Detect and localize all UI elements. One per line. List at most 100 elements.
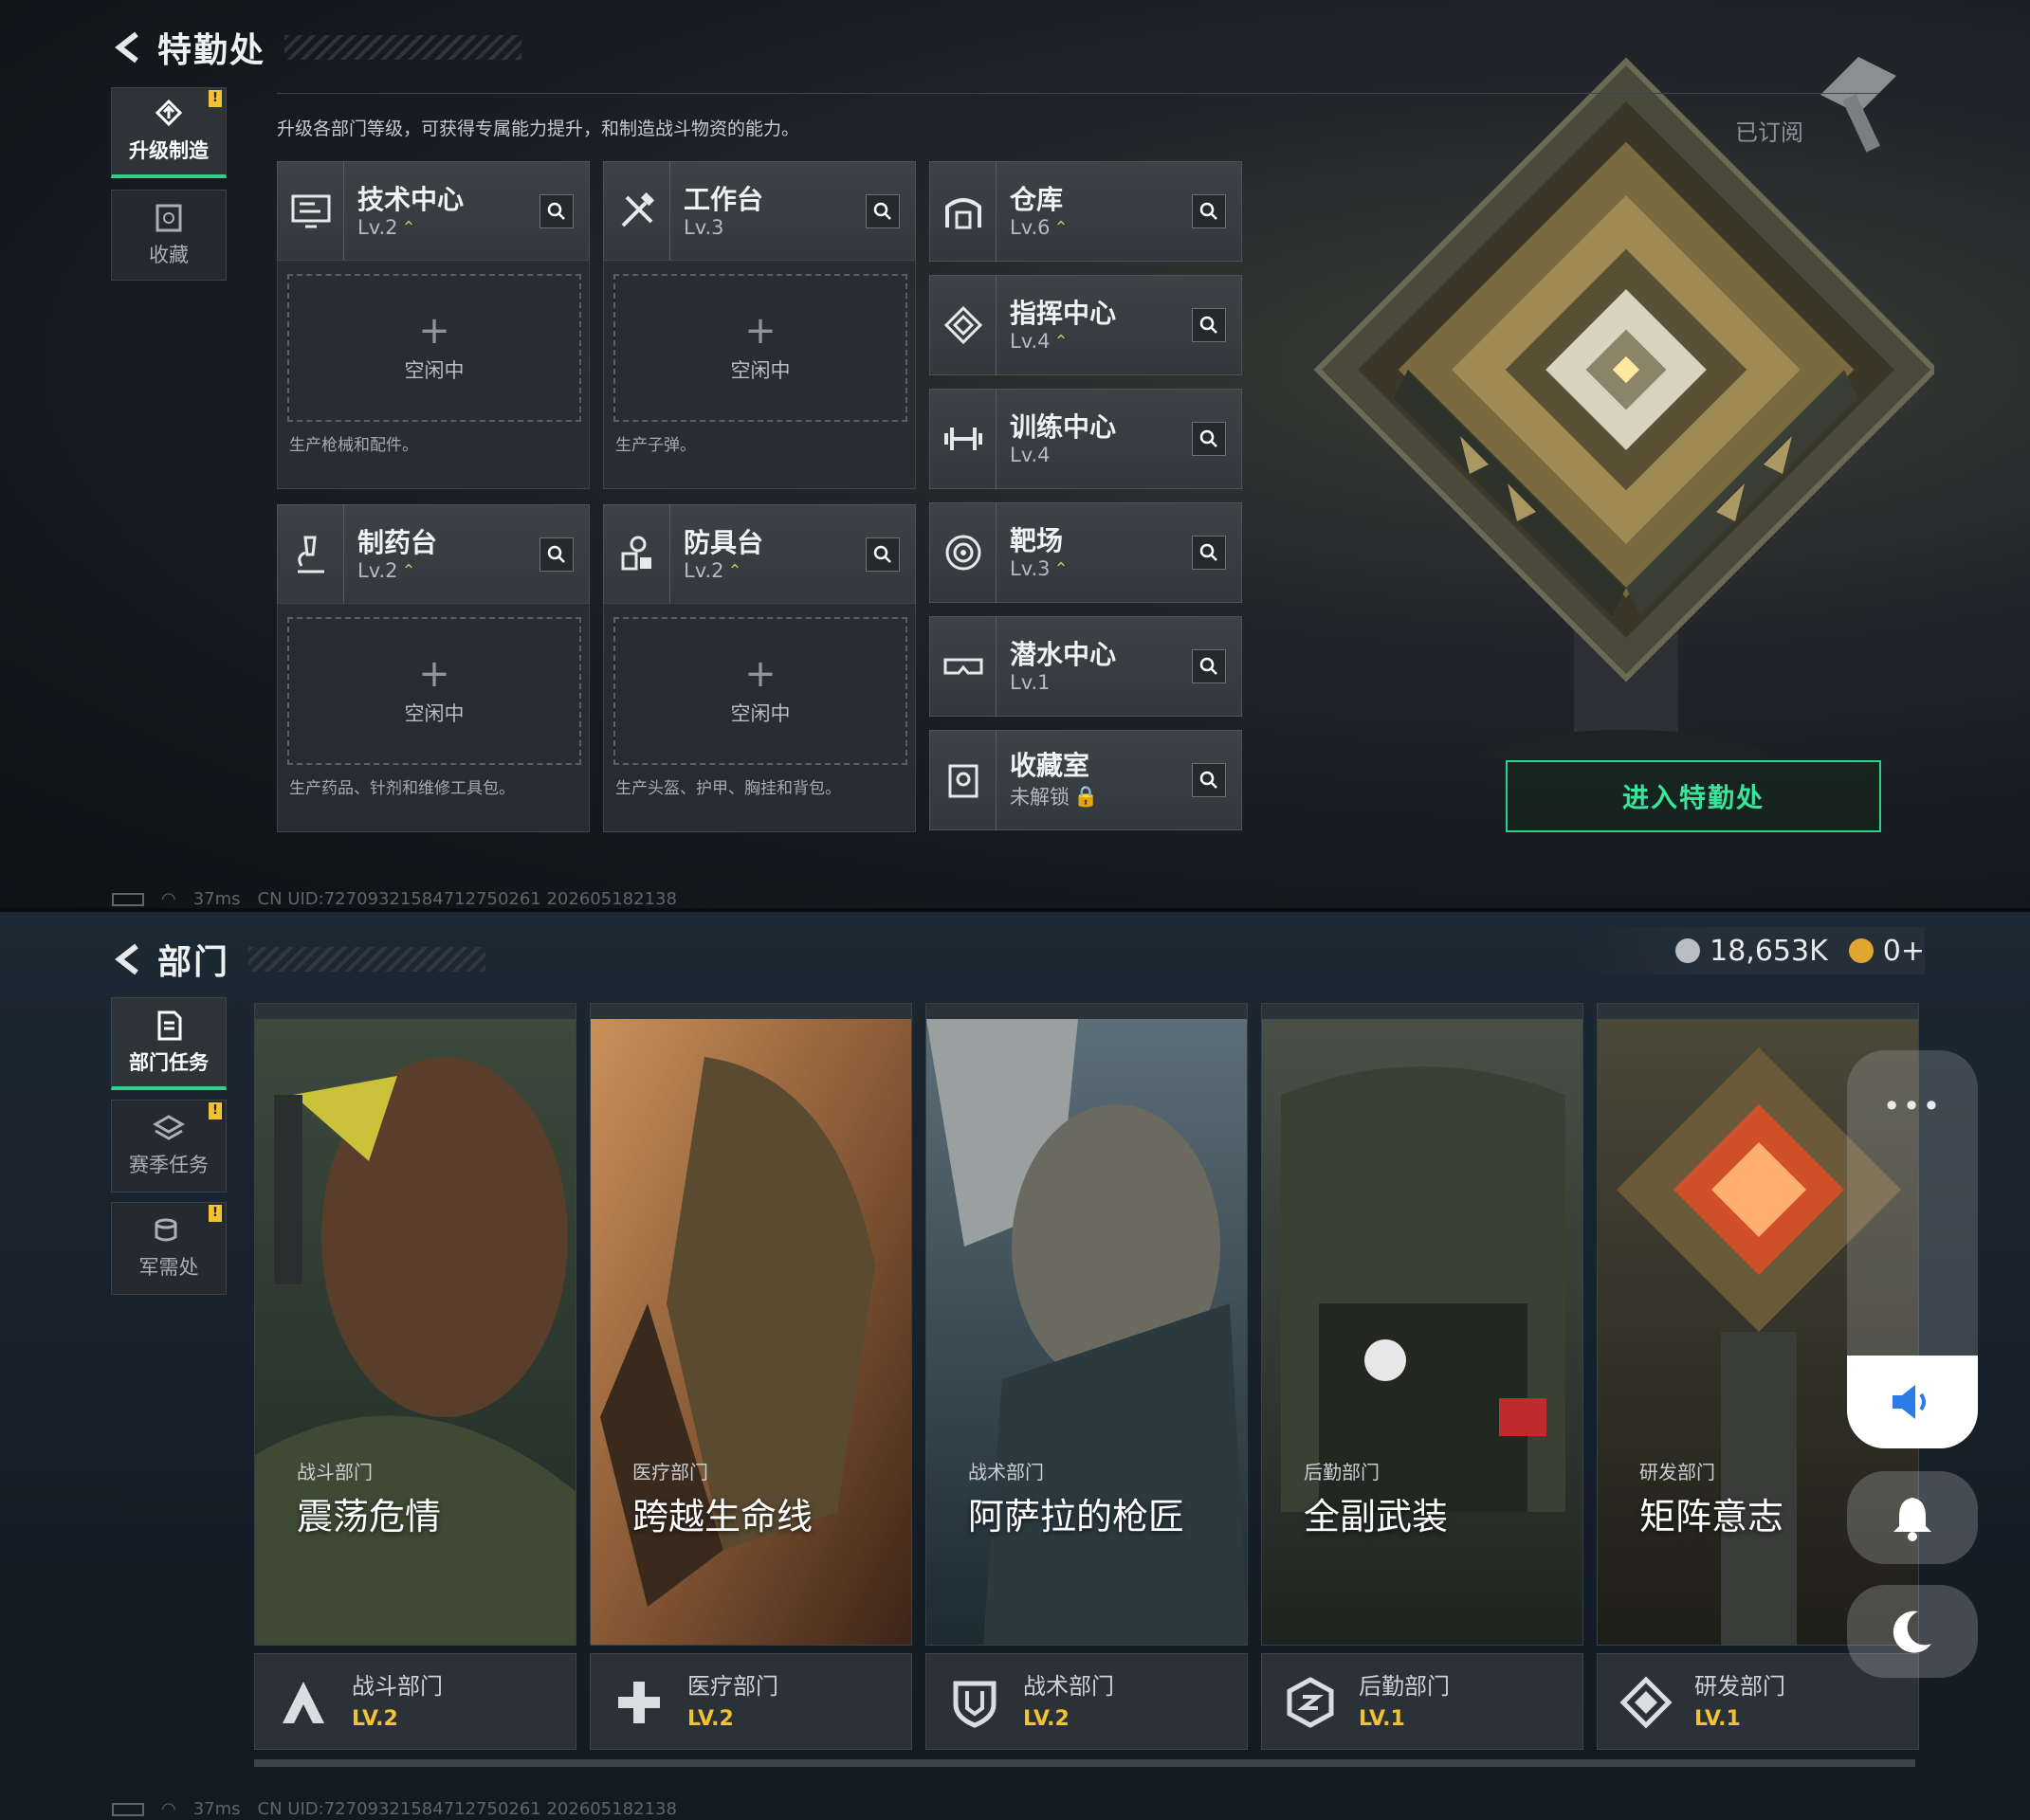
production-slot[interactable]: + 空闲中	[287, 617, 581, 765]
department-name: 战斗部门	[352, 1673, 443, 1700]
scroll-track[interactable]	[254, 1759, 1915, 1767]
card-header-strip	[1598, 1004, 1918, 1019]
inspect-button[interactable]	[540, 537, 574, 572]
tab-quartermaster[interactable]: ! 军需处	[111, 1202, 227, 1295]
production-slot[interactable]: + 空闲中	[287, 274, 581, 422]
task-document-icon	[157, 1010, 182, 1040]
department-category: 战斗部门	[297, 1461, 373, 1483]
production-description: 生产枪械和配件。	[289, 436, 418, 455]
inspect-button[interactable]	[540, 194, 574, 228]
facility-level: Lv.2	[357, 559, 398, 582]
facility-name: 技术中心	[357, 184, 465, 215]
inspect-button[interactable]	[1192, 194, 1226, 228]
battery-icon	[112, 1802, 144, 1816]
production-workbench[interactable]: + 空闲中 生产子弹。	[603, 260, 916, 489]
facility-warehouse[interactable]: 仓库 Lv.6 ⌃	[929, 161, 1242, 262]
facility-command-center[interactable]: 指挥中心 Lv.4 ⌃	[929, 275, 1242, 375]
card-header-strip	[591, 1004, 911, 1019]
department-card-medical[interactable]: 医疗部门 跨越生命线	[590, 1003, 912, 1646]
department-card-logistics[interactable]: 后勤部门 全副武装	[1261, 1003, 1583, 1646]
tab-upgrade-craft[interactable]: ! 升级制造	[111, 87, 227, 178]
production-slot[interactable]: + 空闲中	[613, 274, 907, 422]
more-icon[interactable]: •••	[1847, 1088, 1978, 1124]
tab-season-tasks[interactable]: ! 赛季任务	[111, 1100, 227, 1192]
currency-bar: 18,653K 0+	[1574, 927, 1925, 974]
header: 特勤处	[112, 23, 522, 72]
facility-level: Lv.6	[1010, 216, 1051, 239]
facility-tech-center[interactable]: 技术中心 Lv.2 ⌃	[277, 161, 590, 262]
department-card-tactical[interactable]: 战术部门 阿萨拉的枪匠	[925, 1003, 1248, 1646]
department-footer-combat[interactable]: 战斗部门 LV.2	[254, 1653, 576, 1750]
facility-workbench[interactable]: 工作台 Lv.3	[603, 161, 916, 262]
facility-level: Lv.3	[1010, 557, 1051, 580]
add-icon: +	[744, 309, 777, 353]
department-footer-logistics[interactable]: 后勤部门 LV.1	[1261, 1653, 1583, 1750]
volume-button[interactable]	[1847, 1356, 1978, 1448]
inspect-button[interactable]	[1192, 763, 1226, 797]
production-slot[interactable]: + 空闲中	[613, 617, 907, 765]
slot-status: 空闲中	[404, 359, 465, 382]
production-description: 生产头盔、护甲、胸挂和背包。	[615, 779, 841, 798]
production-description: 生产药品、针剂和维修工具包。	[289, 779, 515, 798]
facility-training-center[interactable]: 训练中心 Lv.4	[929, 389, 1242, 489]
facility-pharmacy[interactable]: 制药台 Lv.2 ⌃	[277, 504, 590, 605]
inspect-button[interactable]	[866, 537, 900, 572]
page-description: 升级各部门等级，可获得专属能力提升，和制造战斗物资的能力。	[277, 118, 800, 139]
slot-status: 空闲中	[730, 702, 791, 725]
tab-label: 部门任务	[129, 1050, 209, 1074]
card-header-strip	[1262, 1004, 1582, 1019]
department-card-combat[interactable]: 战斗部门 震荡危情	[254, 1003, 576, 1646]
search-icon	[873, 545, 891, 563]
page-title: 特勤处	[157, 31, 266, 70]
combat-department-artwork	[255, 1019, 576, 1645]
facility-armor-bench[interactable]: 防具台 Lv.2 ⌃	[603, 504, 916, 605]
token-icon	[1848, 938, 1874, 963]
tab-department-tasks[interactable]: 部门任务	[111, 997, 227, 1090]
tab-label: 赛季任务	[129, 1154, 209, 1176]
upgrade-arrow-icon: ⌃	[1053, 558, 1069, 579]
upgrade-arrow-icon: ⌃	[401, 217, 416, 238]
facility-range[interactable]: 靶场 Lv.3 ⌃	[929, 502, 1242, 603]
facility-level: Lv.4	[1010, 444, 1051, 466]
department-footer-tactical[interactable]: 战术部门 LV.2	[925, 1653, 1248, 1750]
research-diamond-icon	[1619, 1676, 1673, 1729]
shield-icon	[953, 1681, 997, 1728]
coin-icon	[1675, 938, 1701, 963]
department-category: 医疗部门	[632, 1461, 708, 1483]
enter-special-ops-button[interactable]: 进入特勤处	[1506, 760, 1881, 832]
facility-dive-center[interactable]: 潜水中心 Lv.1	[929, 616, 1242, 717]
header-decoration	[248, 947, 486, 972]
search-icon	[1199, 657, 1217, 675]
inspect-button[interactable]	[866, 194, 900, 228]
department-title: 全副武装	[1304, 1496, 1449, 1538]
search-icon	[873, 202, 891, 220]
logistics-department-artwork	[1262, 1019, 1582, 1645]
back-button[interactable]	[112, 31, 144, 64]
production-armor-bench[interactable]: + 空闲中 生产头盔、护甲、胸挂和背包。	[603, 603, 916, 832]
ping: 37ms	[192, 889, 241, 909]
tab-collection[interactable]: 收藏	[111, 190, 227, 281]
production-pharmacy[interactable]: + 空闲中 生产药品、针剂和维修工具包。	[277, 603, 590, 832]
inspect-button[interactable]	[1192, 649, 1226, 683]
dark-mode-button[interactable]	[1847, 1585, 1978, 1678]
add-icon: +	[418, 309, 450, 353]
uid: CN UID:7270932158471275026​1 20260518213…	[257, 1799, 677, 1819]
header: 部门	[112, 935, 486, 984]
production-tech-center[interactable]: + 空闲中 生产枪械和配件。	[277, 260, 590, 489]
search-icon	[1199, 202, 1217, 220]
season-icon	[153, 1115, 185, 1140]
facility-collection-room[interactable]: 收藏室 未解锁 🔒	[929, 730, 1242, 830]
floating-control-panel: •••	[1847, 1050, 1978, 1448]
facility-level: Lv.1	[1010, 671, 1051, 694]
facility-level: Lv.4	[1010, 330, 1051, 353]
back-button[interactable]	[112, 943, 144, 975]
inspect-button[interactable]	[1192, 536, 1226, 570]
bell-icon	[1893, 1498, 1931, 1541]
notification-button[interactable]	[1847, 1471, 1978, 1564]
search-icon	[1199, 429, 1217, 447]
trophy-icon	[948, 764, 978, 798]
department-footer-medical[interactable]: 医疗部门 LV.2	[590, 1653, 912, 1750]
inspect-button[interactable]	[1192, 308, 1226, 342]
inspect-button[interactable]	[1192, 422, 1226, 456]
battery-icon	[112, 892, 144, 906]
